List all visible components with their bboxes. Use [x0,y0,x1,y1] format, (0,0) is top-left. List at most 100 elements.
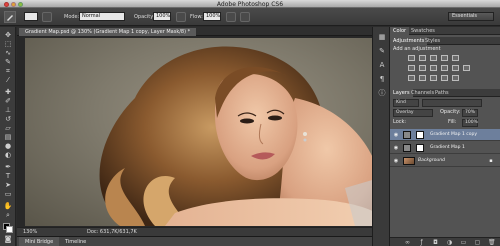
marquee-icon[interactable]: ⬚ [3,40,13,48]
document-image[interactable] [25,38,379,226]
channel-mixer-icon[interactable] [452,65,459,71]
selective-color-icon[interactable] [452,75,459,81]
brush-size-picker[interactable] [24,12,38,21]
mode-label: Mode: [64,14,80,20]
visibility-eye-icon[interactable]: ◉ [393,145,399,151]
background-color-swatch[interactable] [6,226,13,233]
tab-timeline[interactable]: Timeline [59,237,92,246]
brush-settings-icon[interactable]: ✎ [378,47,386,55]
history-brush-icon[interactable]: ↺ [3,115,13,123]
layer-style-icon[interactable]: ƒ [418,239,425,246]
shape-icon[interactable]: ▭ [3,190,13,198]
options-bar: Mode: Normal Opacity: 100% Flow: 100% Es… [0,8,500,26]
color-panel-tabs: Color Swatches [390,27,500,35]
tab-styles[interactable]: Styles [422,37,443,45]
background-thumbnail [403,157,415,165]
quick-select-icon[interactable]: ✎ [3,58,13,66]
portrait-photo [99,46,379,226]
tool-preset-picker[interactable] [4,11,16,23]
path-select-icon[interactable]: ➤ [3,181,13,189]
zoom-icon[interactable]: ⌕ [3,211,13,219]
posterize-icon[interactable] [419,75,426,81]
filter-icons[interactable] [422,99,482,107]
layers-panel-tabs: Layers Channels Paths [390,89,500,97]
new-layer-icon[interactable]: ▢ [474,239,481,246]
hue-saturation-icon[interactable] [408,65,415,71]
blur-icon[interactable]: ● [3,142,13,150]
vibrance-icon[interactable] [452,55,459,61]
opacity-field[interactable]: 100% [153,12,171,21]
tab-paths[interactable]: Paths [432,89,452,97]
mode-select[interactable]: Normal [79,12,125,21]
document-tab[interactable]: Gradient Map.psd @ 130% (Gradient Map 1 … [19,28,197,36]
lasso-icon[interactable]: ∿ [3,49,13,57]
layer-mask-thumbnail[interactable] [416,131,424,139]
move-icon[interactable]: ✥ [3,31,13,39]
pressure-opacity-icon[interactable] [176,12,186,22]
link-layers-icon[interactable]: ∞ [404,239,411,246]
opacity-label: Opacity: [134,14,155,20]
workspace-switcher[interactable]: Essentials [448,12,494,21]
character-icon[interactable]: A [378,61,386,69]
window-title-bar: Adobe Photoshop CS6 [0,0,500,8]
brush-panel-toggle-icon[interactable] [42,12,52,22]
gradient-map-icon[interactable] [441,75,448,81]
quick-mask-icon[interactable]: ◙ [3,235,13,243]
visibility-eye-icon[interactable]: ◉ [393,132,399,138]
curves-icon[interactable] [430,55,437,61]
layer-mask-thumbnail[interactable] [416,144,424,152]
layer-background[interactable]: ◉ Background ▪ [390,155,500,167]
color-balance-icon[interactable] [419,65,426,71]
eyedropper-icon[interactable]: ⁄ [3,76,13,84]
layer-gradient-map-1-copy[interactable]: ◉ Gradient Map 1 copy [390,129,500,141]
healing-icon[interactable]: ✚ [3,88,13,96]
layer-gradient-map-1[interactable]: ◉ Gradient Map 1 [390,142,500,154]
tab-mini-bridge[interactable]: Mini Bridge [19,237,60,246]
new-adjustment-icon[interactable]: ◑ [446,239,453,246]
color-lookup-icon[interactable] [463,65,470,71]
lock-icon: ▪ [489,158,493,164]
layer-name[interactable]: Gradient Map 1 [430,144,465,152]
clone-stamp-icon[interactable]: ⊥ [3,106,13,114]
tab-color[interactable]: Color [390,27,410,35]
panel-dock: ▦ ✎ A ¶ ⓘ [372,27,390,246]
type-icon[interactable]: T [3,172,13,180]
exposure-icon[interactable] [441,55,448,61]
tab-swatches[interactable]: Swatches [408,27,438,35]
dodge-icon[interactable]: ◐ [3,151,13,159]
canvas-area[interactable] [17,36,379,227]
info-icon[interactable]: ⓘ [378,89,386,97]
new-group-icon[interactable]: ▭ [460,239,467,246]
add-adjustment-label: Add an adjustment [393,46,441,52]
layer-opacity-field[interactable]: 70% [462,109,478,117]
app-title: Adobe Photoshop CS6 [216,0,284,8]
pen-icon[interactable]: ✒ [3,163,13,171]
layers-panel-footer: ∞ ƒ ◘ ◑ ▭ ▢ 🗑 [390,237,500,246]
threshold-icon[interactable] [430,75,437,81]
flow-field[interactable]: 100% [203,12,221,21]
flow-label: Flow: [190,14,203,20]
crop-icon[interactable]: ⌗ [3,67,13,75]
layer-name[interactable]: Gradient Map 1 copy [430,131,477,139]
brush-icon [7,15,13,21]
airbrush-icon[interactable] [226,12,236,22]
layer-name[interactable]: Background [418,157,445,165]
layer-filter-kind[interactable]: Kind [393,99,419,107]
history-icon[interactable]: ▦ [378,33,386,41]
brightness-contrast-icon[interactable] [408,55,415,61]
add-mask-icon[interactable]: ◘ [432,239,439,246]
eraser-icon[interactable]: ▱ [3,124,13,132]
levels-icon[interactable] [419,55,426,61]
visibility-eye-icon[interactable]: ◉ [393,158,399,164]
gradient-icon[interactable]: ▤ [3,133,13,141]
delete-layer-icon[interactable]: 🗑 [488,239,496,246]
pressure-size-icon[interactable] [240,12,250,22]
paragraph-icon[interactable]: ¶ [378,75,386,83]
fill-field[interactable]: 100% [462,119,478,127]
hand-icon[interactable]: ✋ [3,202,13,210]
black-white-icon[interactable] [430,65,437,71]
photo-filter-icon[interactable] [441,65,448,71]
brush-icon[interactable]: ✐ [3,97,13,105]
invert-icon[interactable] [408,75,415,81]
blend-mode-select[interactable]: Overlay [393,109,433,117]
